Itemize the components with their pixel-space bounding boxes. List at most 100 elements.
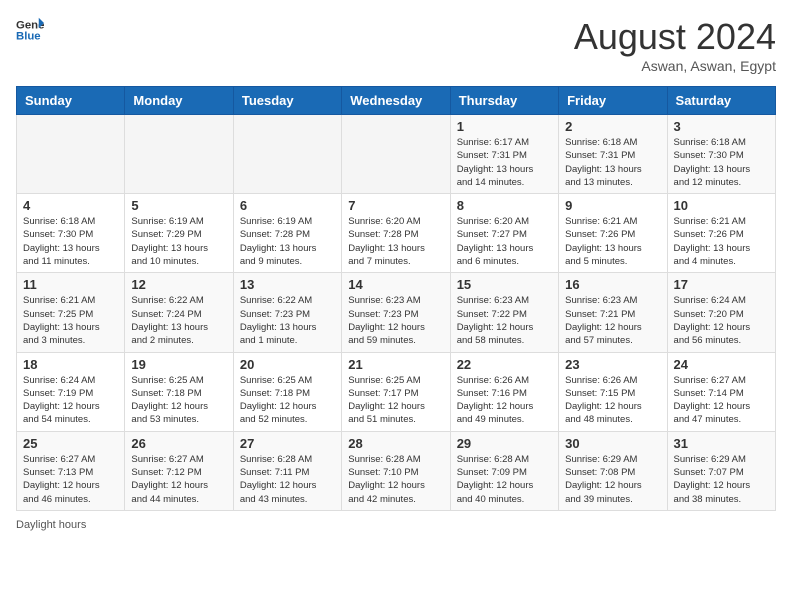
day-number: 4 xyxy=(23,198,118,213)
day-number: 23 xyxy=(565,357,660,372)
month-title: August 2024 xyxy=(574,16,776,58)
calendar-week-row: 1 Sunrise: 6:17 AM Sunset: 7:31 PM Daylig… xyxy=(17,115,776,194)
day-info: Sunrise: 6:19 AM Sunset: 7:28 PM Dayligh… xyxy=(240,215,335,268)
day-number: 18 xyxy=(23,357,118,372)
day-info: Sunrise: 6:24 AM Sunset: 7:20 PM Dayligh… xyxy=(674,294,769,347)
day-info: Sunrise: 6:18 AM Sunset: 7:30 PM Dayligh… xyxy=(674,136,769,189)
calendar-cell: 9Sunrise: 6:21 AM Sunset: 7:26 PM Daylig… xyxy=(559,194,667,273)
calendar-cell xyxy=(125,115,233,194)
day-info: Sunrise: 6:18 AM Sunset: 7:30 PM Dayligh… xyxy=(23,215,118,268)
calendar-cell: 14Sunrise: 6:23 AM Sunset: 7:23 PM Dayli… xyxy=(342,273,450,352)
calendar-cell: 4 Sunrise: 6:18 AM Sunset: 7:30 PM Daylig… xyxy=(17,194,125,273)
logo: General Blue xyxy=(16,16,44,44)
calendar-cell: 31 Sunrise: 6:29 AM Sunset: 7:07 PM Dayli… xyxy=(667,431,775,510)
calendar-cell: 7Sunrise: 6:20 AM Sunset: 7:28 PM Daylig… xyxy=(342,194,450,273)
daylight-hours-label: Daylight hours xyxy=(16,519,86,531)
day-info: Sunrise: 6:27 AM Sunset: 7:12 PM Dayligh… xyxy=(131,453,226,506)
day-info: Sunrise: 6:24 AM Sunset: 7:19 PM Dayligh… xyxy=(23,374,118,427)
calendar-table: SundayMondayTuesdayWednesdayThursdayFrid… xyxy=(16,86,776,511)
day-info: Sunrise: 6:26 AM Sunset: 7:15 PM Dayligh… xyxy=(565,374,660,427)
calendar-week-row: 4 Sunrise: 6:18 AM Sunset: 7:30 PM Daylig… xyxy=(17,194,776,273)
calendar-cell: 12Sunrise: 6:22 AM Sunset: 7:24 PM Dayli… xyxy=(125,273,233,352)
calendar-week-row: 25 Sunrise: 6:27 AM Sunset: 7:13 PM Dayli… xyxy=(17,431,776,510)
day-info: Sunrise: 6:21 AM Sunset: 7:26 PM Dayligh… xyxy=(674,215,769,268)
day-number: 11 xyxy=(23,277,118,292)
calendar-cell: 17Sunrise: 6:24 AM Sunset: 7:20 PM Dayli… xyxy=(667,273,775,352)
day-info: Sunrise: 6:20 AM Sunset: 7:28 PM Dayligh… xyxy=(348,215,443,268)
day-info: Sunrise: 6:23 AM Sunset: 7:21 PM Dayligh… xyxy=(565,294,660,347)
day-info: Sunrise: 6:28 AM Sunset: 7:09 PM Dayligh… xyxy=(457,453,552,506)
calendar-day-header: Monday xyxy=(125,87,233,115)
day-info: Sunrise: 6:27 AM Sunset: 7:13 PM Dayligh… xyxy=(23,453,118,506)
day-info: Sunrise: 6:19 AM Sunset: 7:29 PM Dayligh… xyxy=(131,215,226,268)
day-info: Sunrise: 6:20 AM Sunset: 7:27 PM Dayligh… xyxy=(457,215,552,268)
calendar-day-header: Friday xyxy=(559,87,667,115)
title-area: August 2024 Aswan, Aswan, Egypt xyxy=(574,16,776,74)
day-number: 24 xyxy=(674,357,769,372)
calendar-cell: 10 Sunrise: 6:21 AM Sunset: 7:26 PM Dayli… xyxy=(667,194,775,273)
day-number: 30 xyxy=(565,436,660,451)
calendar-day-header: Tuesday xyxy=(233,87,341,115)
calendar-cell: 3 Sunrise: 6:18 AM Sunset: 7:30 PM Daylig… xyxy=(667,115,775,194)
calendar-cell: 6Sunrise: 6:19 AM Sunset: 7:28 PM Daylig… xyxy=(233,194,341,273)
calendar-cell xyxy=(342,115,450,194)
calendar-cell: 19 Sunrise: 6:25 AM Sunset: 7:18 PM Dayli… xyxy=(125,352,233,431)
day-number: 21 xyxy=(348,357,443,372)
day-number: 10 xyxy=(674,198,769,213)
day-info: Sunrise: 6:17 AM Sunset: 7:31 PM Dayligh… xyxy=(457,136,552,189)
calendar-cell: 11 Sunrise: 6:21 AM Sunset: 7:25 PM Dayli… xyxy=(17,273,125,352)
calendar-cell: 22 Sunrise: 6:26 AM Sunset: 7:16 PM Dayli… xyxy=(450,352,558,431)
day-number: 27 xyxy=(240,436,335,451)
footer: Daylight hours xyxy=(16,519,776,531)
day-info: Sunrise: 6:21 AM Sunset: 7:25 PM Dayligh… xyxy=(23,294,118,347)
calendar-cell: 20Sunrise: 6:25 AM Sunset: 7:18 PM Dayli… xyxy=(233,352,341,431)
calendar-day-header: Wednesday xyxy=(342,87,450,115)
day-number: 12 xyxy=(131,277,226,292)
day-info: Sunrise: 6:23 AM Sunset: 7:22 PM Dayligh… xyxy=(457,294,552,347)
day-number: 31 xyxy=(674,436,769,451)
calendar-day-header: Thursday xyxy=(450,87,558,115)
day-number: 14 xyxy=(348,277,443,292)
calendar-cell: 28 Sunrise: 6:28 AM Sunset: 7:10 PM Dayli… xyxy=(342,431,450,510)
calendar-day-header: Sunday xyxy=(17,87,125,115)
page-header: General Blue August 2024 Aswan, Aswan, E… xyxy=(16,16,776,74)
calendar-cell: 1 Sunrise: 6:17 AM Sunset: 7:31 PM Daylig… xyxy=(450,115,558,194)
calendar-cell: 27 Sunrise: 6:28 AM Sunset: 7:11 PM Dayli… xyxy=(233,431,341,510)
calendar-header-row: SundayMondayTuesdayWednesdayThursdayFrid… xyxy=(17,87,776,115)
calendar-cell: 18 Sunrise: 6:24 AM Sunset: 7:19 PM Dayli… xyxy=(17,352,125,431)
day-number: 25 xyxy=(23,436,118,451)
day-info: Sunrise: 6:25 AM Sunset: 7:17 PM Dayligh… xyxy=(348,374,443,427)
location: Aswan, Aswan, Egypt xyxy=(574,58,776,74)
day-number: 3 xyxy=(674,119,769,134)
calendar-cell: 8Sunrise: 6:20 AM Sunset: 7:27 PM Daylig… xyxy=(450,194,558,273)
day-number: 26 xyxy=(131,436,226,451)
day-info: Sunrise: 6:26 AM Sunset: 7:16 PM Dayligh… xyxy=(457,374,552,427)
calendar-week-row: 11 Sunrise: 6:21 AM Sunset: 7:25 PM Dayli… xyxy=(17,273,776,352)
calendar-cell: 15 Sunrise: 6:23 AM Sunset: 7:22 PM Dayli… xyxy=(450,273,558,352)
day-number: 5 xyxy=(131,198,226,213)
day-info: Sunrise: 6:29 AM Sunset: 7:07 PM Dayligh… xyxy=(674,453,769,506)
calendar-cell: 23 Sunrise: 6:26 AM Sunset: 7:15 PM Dayli… xyxy=(559,352,667,431)
day-number: 29 xyxy=(457,436,552,451)
calendar-cell: 2 Sunrise: 6:18 AM Sunset: 7:31 PM Daylig… xyxy=(559,115,667,194)
calendar-cell: 13Sunrise: 6:22 AM Sunset: 7:23 PM Dayli… xyxy=(233,273,341,352)
day-info: Sunrise: 6:25 AM Sunset: 7:18 PM Dayligh… xyxy=(131,374,226,427)
day-number: 13 xyxy=(240,277,335,292)
day-info: Sunrise: 6:18 AM Sunset: 7:31 PM Dayligh… xyxy=(565,136,660,189)
day-number: 28 xyxy=(348,436,443,451)
calendar-cell: 5 Sunrise: 6:19 AM Sunset: 7:29 PM Daylig… xyxy=(125,194,233,273)
day-number: 19 xyxy=(131,357,226,372)
day-number: 22 xyxy=(457,357,552,372)
day-number: 1 xyxy=(457,119,552,134)
day-number: 16 xyxy=(565,277,660,292)
day-info: Sunrise: 6:25 AM Sunset: 7:18 PM Dayligh… xyxy=(240,374,335,427)
day-info: Sunrise: 6:28 AM Sunset: 7:10 PM Dayligh… xyxy=(348,453,443,506)
calendar-day-header: Saturday xyxy=(667,87,775,115)
day-number: 15 xyxy=(457,277,552,292)
calendar-cell: 21 Sunrise: 6:25 AM Sunset: 7:17 PM Dayli… xyxy=(342,352,450,431)
day-info: Sunrise: 6:28 AM Sunset: 7:11 PM Dayligh… xyxy=(240,453,335,506)
day-number: 9 xyxy=(565,198,660,213)
calendar-cell xyxy=(17,115,125,194)
svg-text:Blue: Blue xyxy=(16,31,41,43)
day-number: 2 xyxy=(565,119,660,134)
